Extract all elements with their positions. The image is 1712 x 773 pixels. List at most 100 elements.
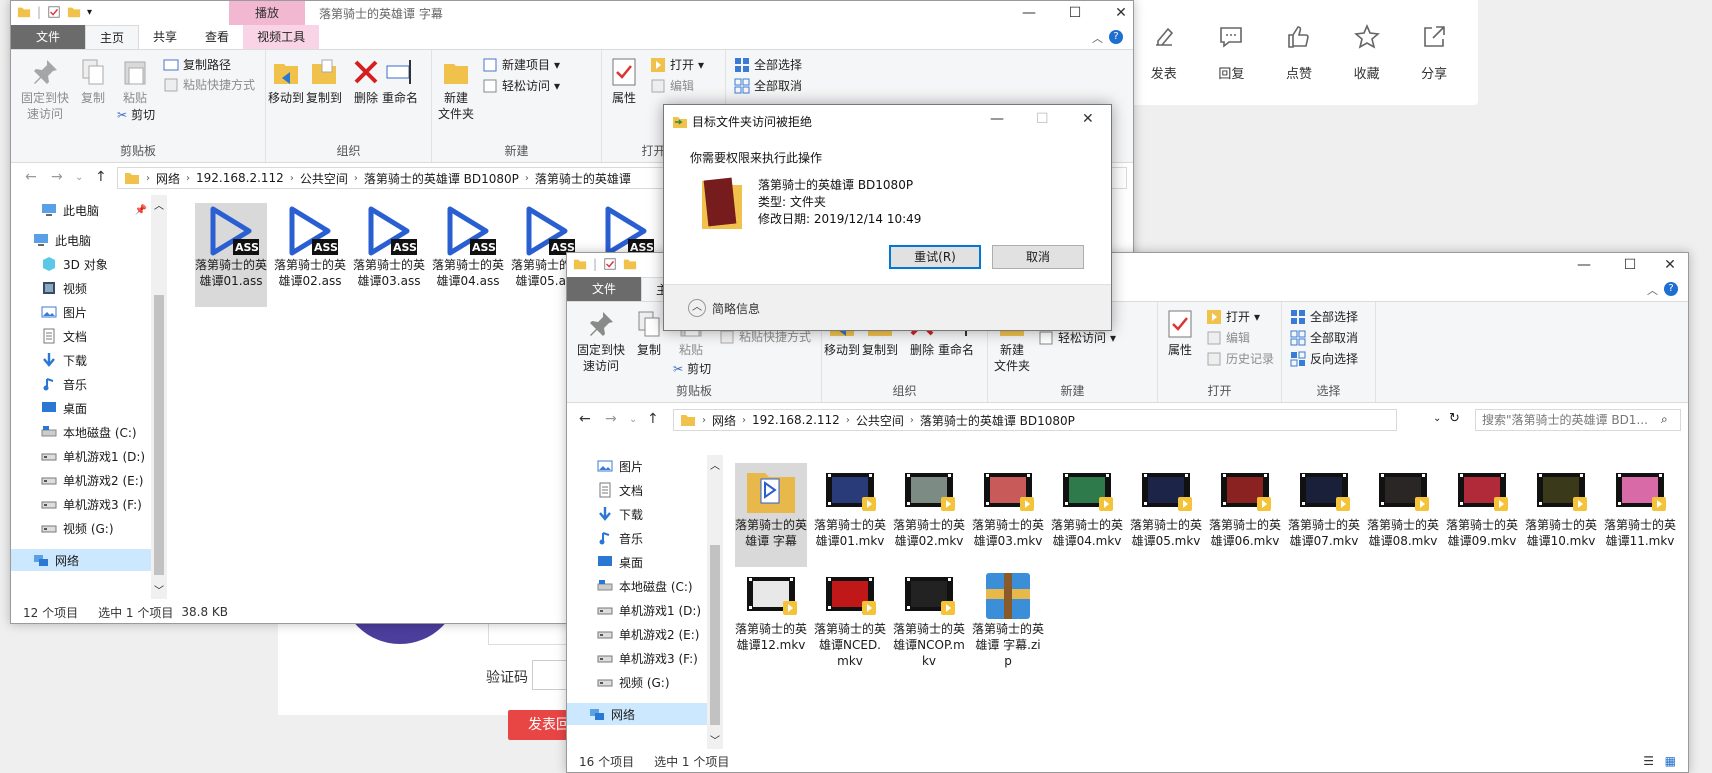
file-item[interactable]: 落第骑士的英雄谭05.mkv <box>1130 463 1202 567</box>
file-item[interactable]: 落第骑士的英雄谭07.mkv <box>1288 463 1360 567</box>
forward-button[interactable]: → <box>51 169 63 185</box>
nav-item[interactable]: 单机游戏1 (D:) <box>567 599 707 621</box>
nav-item[interactable]: 此电脑 <box>11 229 151 251</box>
up-button[interactable]: ↑ <box>95 169 107 185</box>
maximize-button[interactable]: ☐ <box>1052 1 1098 25</box>
select-none-button[interactable]: 全部取消 <box>1290 329 1358 346</box>
easy-access-button[interactable]: 轻松访问 ▾ <box>1038 329 1116 346</box>
scrollbar-thumb[interactable] <box>710 545 720 725</box>
select-all-button[interactable]: 全部选择 <box>734 56 802 73</box>
rename-button[interactable]: 重命名 <box>382 56 418 106</box>
forward-button[interactable]: → <box>605 411 617 427</box>
file-item[interactable]: ASS 落第骑士的英雄谭03.ass <box>353 203 425 307</box>
breadcrumb-item[interactable]: 192.168.2.112 <box>752 413 840 427</box>
breadcrumb-item[interactable]: 落第骑士的英雄谭 BD1080P <box>920 412 1075 429</box>
details-toggle[interactable]: ︿ 简略信息 <box>688 299 760 317</box>
nav-item[interactable]: 单机游戏2 (E:) <box>567 623 707 645</box>
nav-item[interactable]: 音乐 <box>11 373 151 395</box>
action-star[interactable]: 收藏 <box>1353 23 1381 82</box>
title-bar[interactable]: | ▾ 播放 落第骑士的英雄谭 字幕 — ☐ ✕ <box>11 1 1133 25</box>
search-icon[interactable]: ⌕ <box>1661 412 1668 427</box>
nav-item[interactable]: 音乐 <box>567 527 707 549</box>
properties-button[interactable]: 属性 <box>608 56 640 106</box>
file-item[interactable]: 落第骑士的英雄谭02.mkv <box>893 463 965 567</box>
breadcrumb-separator-icon[interactable]: › <box>702 415 706 426</box>
nav-item[interactable]: 视频 (G:) <box>567 671 707 693</box>
file-item[interactable]: 落第骑士的英雄谭11.mkv <box>1604 463 1676 567</box>
copy-to-button[interactable]: 复制到 <box>306 56 342 106</box>
nav-item[interactable]: 单机游戏2 (E:) <box>11 469 151 491</box>
file-item[interactable]: 落第骑士的英雄谭NCOP.mkv <box>893 567 965 668</box>
minimize-button[interactable]: — <box>990 111 1004 127</box>
open-button[interactable]: 打开 ▾ <box>1206 308 1260 325</box>
nav-item[interactable]: 本地磁盘 (C:) <box>567 575 707 597</box>
nav-item[interactable]: 图片 <box>11 301 151 323</box>
file-item[interactable]: ASS 落第骑士的英雄谭04.ass <box>432 203 504 307</box>
breadcrumb-separator-icon[interactable]: › <box>846 415 850 426</box>
tab-home[interactable]: 主页 <box>85 25 140 49</box>
nav-item[interactable]: 本地磁盘 (C:) <box>11 421 151 443</box>
minimize-button[interactable]: — <box>1561 253 1607 277</box>
pin-to-quick-access-button[interactable]: 固定到快速访问 <box>17 56 73 122</box>
nav-item[interactable]: 图片 <box>567 455 707 477</box>
pin-icon[interactable]: 📌 <box>135 205 147 216</box>
breadcrumb-separator-icon[interactable]: › <box>354 173 358 184</box>
nav-scrollbar[interactable]: ︿ ﹀ <box>707 455 723 749</box>
file-item[interactable]: 落第骑士的英雄谭12.mkv <box>735 567 807 667</box>
recent-locations-icon[interactable]: ⌄ <box>629 414 637 425</box>
new-folder-icon[interactable] <box>623 257 637 271</box>
nav-item[interactable]: 此电脑 📌 <box>11 199 151 221</box>
nav-scrollbar[interactable]: ︿ ﹀ <box>151 195 167 599</box>
move-to-button[interactable]: 移动到 <box>268 56 304 106</box>
breadcrumb-separator-icon[interactable]: › <box>525 173 529 184</box>
nav-item[interactable]: 3D 对象 <box>11 253 151 275</box>
qat-dropdown-icon[interactable]: ▾ <box>87 7 92 18</box>
select-none-button[interactable]: 全部取消 <box>734 77 802 94</box>
nav-item[interactable]: 文档 <box>11 325 151 347</box>
pin-to-quick-access-button[interactable]: 固定到快速访问 <box>573 308 629 374</box>
file-item[interactable]: 落第骑士的英雄谭10.mkv <box>1525 463 1597 567</box>
search-input[interactable]: 搜索"落第骑士的英雄谭 BD1... <box>1475 409 1681 431</box>
nav-item[interactable]: 单机游戏3 (F:) <box>11 493 151 515</box>
new-folder-button[interactable]: 新建 文件夹 <box>438 56 474 122</box>
nav-item[interactable]: 单机游戏1 (D:) <box>11 445 151 467</box>
select-all-button[interactable]: 全部选择 <box>1290 308 1358 325</box>
cut-button[interactable]: ✂ 剪切 <box>673 360 711 377</box>
file-item[interactable]: 落第骑士的英雄谭08.mkv <box>1367 463 1439 567</box>
copy-path-button[interactable]: 复制路径 <box>163 56 231 73</box>
breadcrumb-separator-icon[interactable]: › <box>910 415 914 426</box>
open-button[interactable]: 打开 ▾ <box>650 56 704 73</box>
breadcrumb-item[interactable]: 落第骑士的英雄谭 BD1080P <box>364 170 519 187</box>
file-item[interactable]: 落第骑士的英雄谭01.mkv <box>814 463 886 567</box>
retry-button[interactable]: 重试(R) <box>889 245 981 269</box>
breadcrumb-separator-icon[interactable]: › <box>146 173 150 184</box>
cut-button[interactable]: ✂ 剪切 <box>117 106 155 123</box>
help-icon[interactable]: ? <box>1109 30 1123 44</box>
properties-button[interactable]: 属性 <box>1164 308 1196 358</box>
properties-icon[interactable] <box>603 257 617 271</box>
nav-item[interactable]: 视频 (G:) <box>11 517 151 539</box>
file-item[interactable]: 落第骑士的英雄谭06.mkv <box>1209 463 1281 567</box>
back-button[interactable]: ← <box>25 169 37 185</box>
recent-locations-icon[interactable]: ⌄ <box>75 172 83 183</box>
action-thumbs-up[interactable]: 点赞 <box>1285 23 1313 82</box>
address-bar[interactable]: › 网络 › 192.168.2.112 › 公共空间 › 落第骑士的英雄谭 BD1080P <box>673 409 1397 431</box>
file-item[interactable]: 落第骑士的英雄谭 字幕 <box>735 463 807 567</box>
delete-button[interactable]: 删除 <box>350 56 382 106</box>
tab-share[interactable]: 共享 <box>139 25 191 49</box>
file-item[interactable]: ASS 落第骑士的英雄谭01.ass <box>195 203 267 307</box>
nav-item[interactable]: 桌面 <box>567 551 707 573</box>
paste-button[interactable]: 粘贴 <box>119 56 151 106</box>
easy-access-button[interactable]: 轻松访问 ▾ <box>482 77 560 94</box>
copy-button[interactable]: 复制 <box>633 308 665 358</box>
tab-view[interactable]: 查看 <box>191 25 243 49</box>
breadcrumb-separator-icon[interactable]: › <box>290 173 294 184</box>
close-button[interactable]: ✕ <box>1098 1 1133 25</box>
breadcrumb-separator-icon[interactable]: › <box>742 415 746 426</box>
details-view-icon[interactable]: ☰ <box>1643 754 1654 768</box>
invert-selection-button[interactable]: 反向选择 <box>1290 350 1358 367</box>
properties-icon[interactable] <box>47 5 61 19</box>
tab-file[interactable]: 文件 <box>567 277 642 301</box>
minimize-button[interactable]: — <box>1006 1 1052 25</box>
file-item[interactable]: 落第骑士的英雄谭09.mkv <box>1446 463 1518 567</box>
